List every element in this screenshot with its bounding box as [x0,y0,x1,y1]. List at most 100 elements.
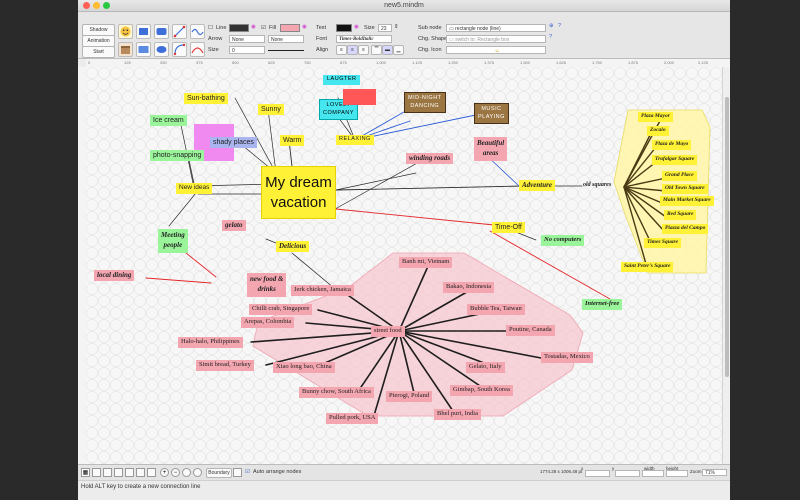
align-left-button[interactable]: ≡ [336,45,347,55]
laugter-node[interactable]: LAUGTER [323,75,361,85]
list-icon[interactable] [103,468,112,477]
align-top-button[interactable]: ▔ [371,45,382,55]
new-ideas-node[interactable]: New ideas [176,183,213,194]
square-node[interactable]: Old Town Square [662,184,708,194]
line-color-swatch[interactable] [229,24,249,32]
subnode-type-select[interactable]: ▭ rectangle node (line) [446,24,546,32]
outline-icon[interactable] [114,468,123,477]
beautiful-areas-node[interactable]: Beautiful areas [474,137,508,161]
new-food-node[interactable]: new food & drinks [247,273,287,297]
arc-tool[interactable] [190,42,205,57]
relaxing-node[interactable]: RELAXING [336,135,374,145]
center-node[interactable]: My dream vacation [261,166,336,219]
line-style-preview[interactable] [268,50,304,51]
y-field[interactable] [615,470,640,477]
start-animation-button[interactable]: Start animation [82,46,115,65]
food-node[interactable]: Chilli crab, Singapore [249,304,313,315]
warm-node[interactable]: Warm [280,135,305,146]
zoom-fit-icon[interactable] [182,468,191,477]
auto-arrange-checkbox[interactable]: ☑ [245,469,250,475]
chg-icon-select[interactable]: ☺ [446,46,546,54]
food-node[interactable]: Bubble Tea, Taiwan [467,304,525,315]
font-field[interactable]: Times-BoldItalic [336,35,392,43]
red-blank-node[interactable] [343,89,376,105]
square-node[interactable]: Plaza de Mayo [652,140,692,150]
midnight-dancing-node[interactable]: MID-NIGHT DANCING [404,92,446,114]
mindmap-canvas[interactable]: My dream vacation LAUGTER LOVELY COMPANY… [86,67,722,464]
smiley-tool[interactable] [118,24,133,39]
food-node[interactable]: Bunny chow, South Africa [299,387,374,398]
layout-icon[interactable] [92,468,101,477]
delicious-node[interactable]: Delicious [276,241,310,252]
chg-shape-select[interactable]: ▭ switch to: Rectangle box [446,35,546,43]
page-icon[interactable] [125,468,134,477]
line-size-select[interactable]: 0 [229,46,265,54]
square-node[interactable]: Grand Place [662,171,697,181]
text-color-swatch[interactable] [336,24,352,32]
arrow-end-select[interactable]: None [268,35,304,43]
food-node[interactable]: Pierogi, Poland [386,391,433,402]
square-node[interactable]: Plaza Mayor [638,112,673,122]
square-node[interactable]: Main Market Square [660,196,714,206]
rounded-rectangle-tool[interactable] [154,24,169,39]
food-node[interactable]: Halo-halo, Philippines [178,337,243,348]
food-node[interactable]: Simit bread, Turkey [196,360,254,371]
square-node[interactable]: Saint Peter's Square [621,262,674,272]
fill-color-wheel-icon[interactable]: ◉ [302,24,307,30]
boundary-button[interactable]: Boundary [206,468,232,478]
gelato-node[interactable]: gelato [222,220,246,231]
food-node[interactable]: Bakao, Indonesia [443,282,495,293]
food-node[interactable]: Bhel puri, India [434,409,481,420]
square-node[interactable]: Piazza del Campo [662,224,709,234]
local-dining-node[interactable]: local dining [94,270,135,281]
text-color-wheel-icon[interactable]: ◉ [354,24,359,30]
zoom-select[interactable]: 71% [702,469,727,476]
subnode-add-icon[interactable]: ⊕ [549,23,554,29]
curve-tool[interactable] [172,42,187,57]
shady-places-node[interactable]: shady places [210,137,257,148]
ice-cream-node[interactable]: Ice cream [150,115,187,126]
square-node[interactable]: Red Square [664,210,697,220]
wave-tool[interactable] [190,24,205,39]
adventure-node[interactable]: Adventure [519,180,555,191]
food-node[interactable]: Xiao long bao, China [273,362,335,373]
height-field[interactable] [666,470,688,477]
box-tool[interactable] [118,42,133,57]
rectangle-tool[interactable] [136,24,151,39]
text-size-field[interactable]: 23 [378,24,392,32]
food-node[interactable]: Arepas, Colombia [241,317,295,328]
ellipse-tool[interactable] [154,42,169,57]
connector-tool[interactable] [172,24,187,39]
street-food-node[interactable]: street food [371,326,405,337]
winding-roads-node[interactable]: winding roads [406,153,454,164]
line-color-wheel-icon[interactable]: ◉ [251,24,256,30]
food-node[interactable]: Gimbap, South Korea [450,385,513,396]
food-node[interactable]: Jerk chicken, Jamaica [291,285,354,296]
music-playing-node[interactable]: MUSIC PLAYING [474,103,509,125]
line-checkbox[interactable]: ☐ [208,25,213,31]
text-size-stepper[interactable]: ⇕ [394,24,399,30]
food-node[interactable]: Tostadas, Mexico [541,352,593,363]
ungroup-icon[interactable] [147,468,156,477]
square-node[interactable]: Trafalgar Square [652,155,698,165]
subnode-help-icon[interactable]: ? [558,23,561,29]
old-squares-node[interactable]: old squares [583,182,611,188]
x-field[interactable] [585,470,610,477]
food-node[interactable]: Poutine, Canada [506,325,555,336]
align-middle-button[interactable]: ▬ [382,45,393,55]
food-node[interactable]: Banh mi, Vietnam [399,257,453,268]
vertical-scroll-thumb[interactable] [725,97,729,377]
fill-checkbox[interactable]: ☑ [261,25,266,31]
zoom-reset-icon[interactable] [193,468,202,477]
zoom-in-icon[interactable]: + [160,468,169,477]
square-node[interactable]: Zocalo [647,126,669,136]
fill-color-swatch[interactable] [280,24,300,32]
arrow-start-select[interactable]: None [229,35,265,43]
arrange-icon[interactable] [233,468,242,477]
photo-snapping-node[interactable]: photo-snapping [150,150,205,161]
meeting-people-node[interactable]: Meeting people [158,229,188,253]
width-field[interactable] [642,470,664,477]
vertical-scrollbar[interactable] [722,67,730,464]
sunny-node[interactable]: Sunny [258,104,284,115]
internet-free-node[interactable]: Internet-free [582,299,623,310]
